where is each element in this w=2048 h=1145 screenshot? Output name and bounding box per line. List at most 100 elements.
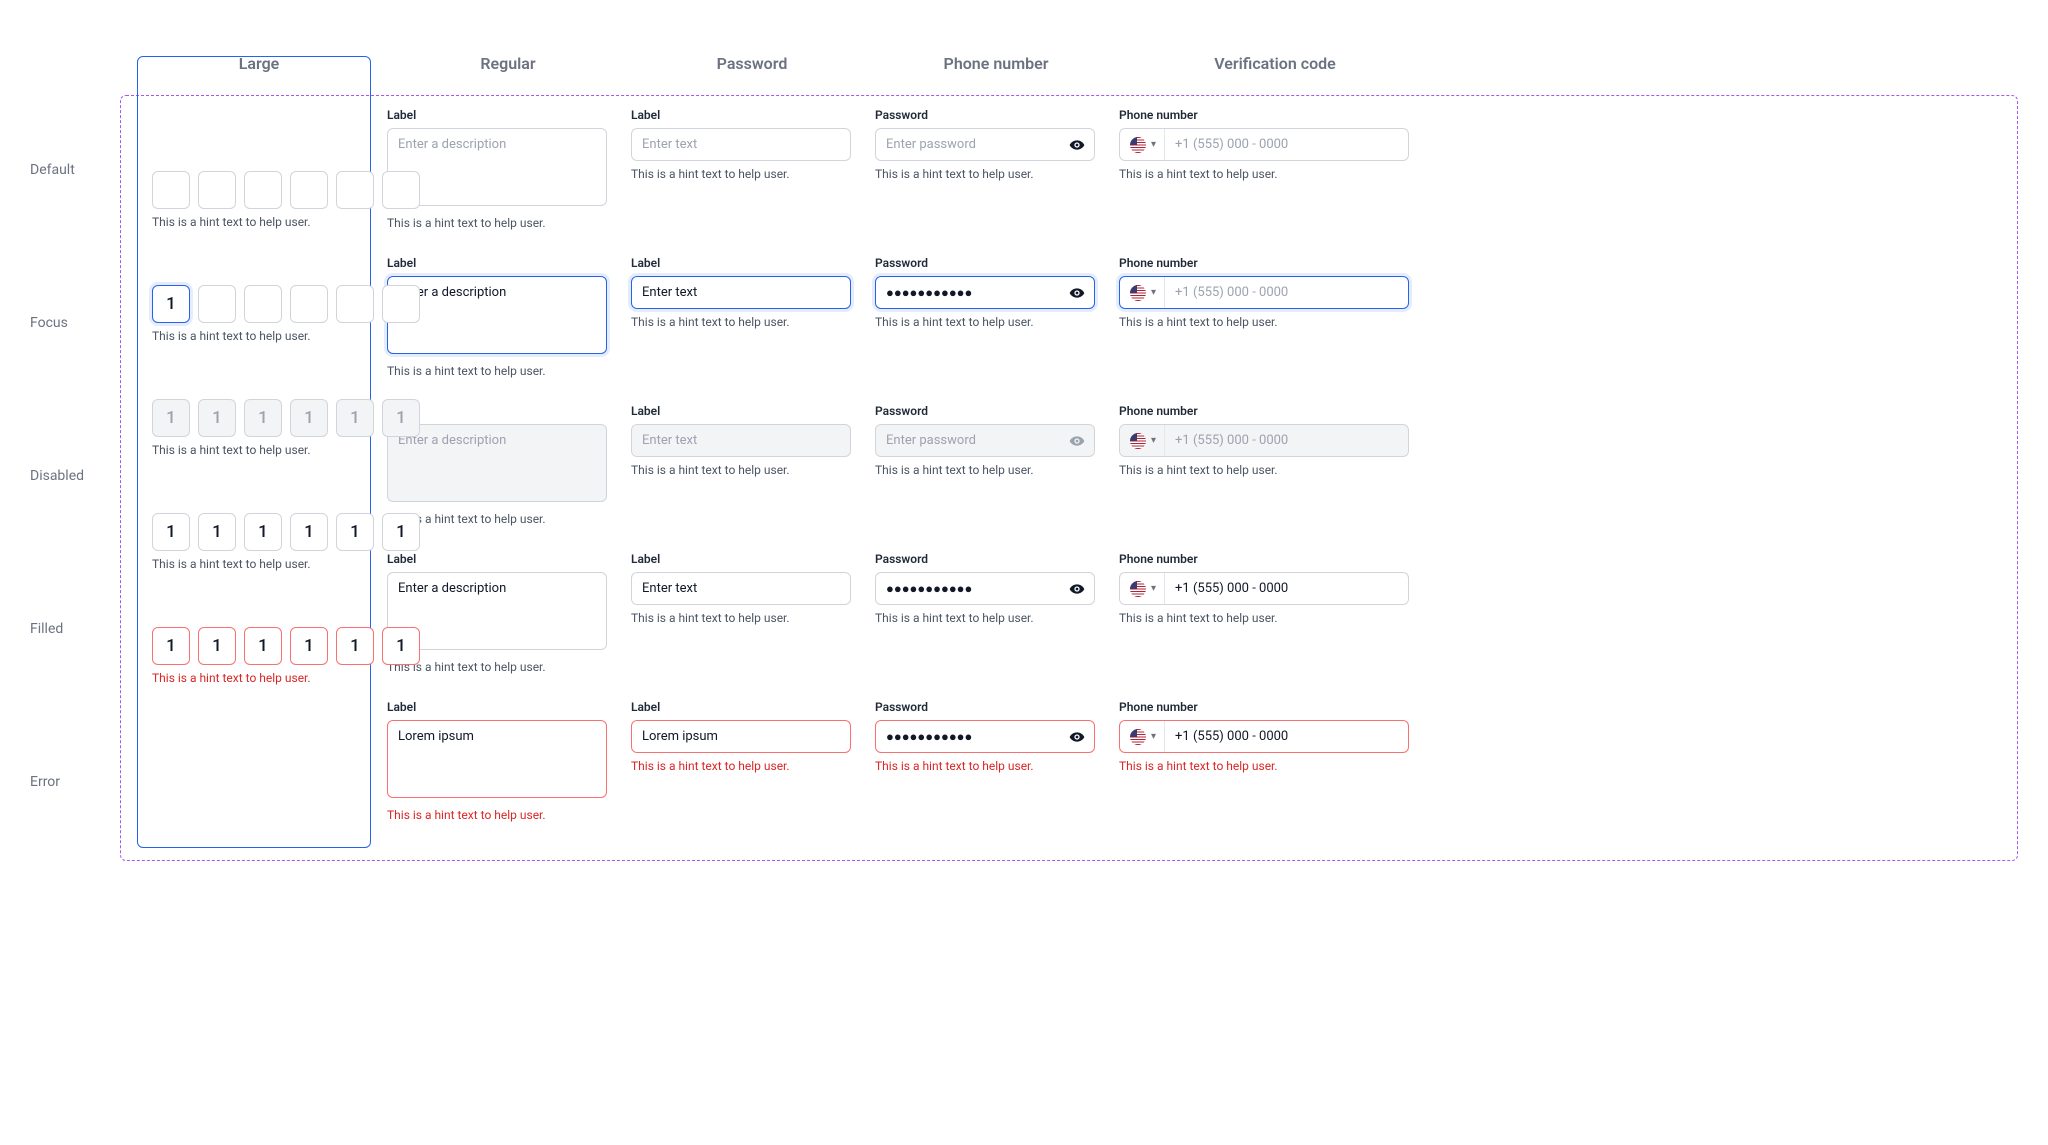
otp-disabled: This is a hint text to help user.: [152, 381, 356, 495]
regular-input[interactable]: [631, 720, 851, 753]
large-filled: Label This is a hint text to help user.: [387, 540, 607, 688]
country-code-selector: ▾: [1120, 425, 1165, 456]
otp-box[interactable]: [290, 627, 328, 665]
row-label-focus: Focus: [30, 249, 120, 377]
otp-box[interactable]: [290, 513, 328, 551]
hint: This is a hint text to help user.: [152, 557, 356, 571]
otp-box[interactable]: [198, 513, 236, 551]
field-label: Label: [631, 552, 851, 566]
otp-box[interactable]: [244, 285, 282, 323]
chevron-down-icon: ▾: [1151, 583, 1156, 594]
password-default: Password This is a hint text to help use…: [875, 96, 1095, 244]
password-disabled: Password This is a hint text to help use…: [875, 392, 1095, 540]
body: Default Focus Disabled Filled Error Labe…: [30, 95, 2018, 861]
otp-box[interactable]: [152, 171, 190, 209]
otp-box[interactable]: [198, 171, 236, 209]
password-input[interactable]: [875, 276, 1095, 309]
hint: This is a hint text to help user.: [631, 759, 851, 773]
otp-box[interactable]: [152, 285, 190, 323]
hint: This is a hint text to help user.: [875, 463, 1095, 477]
otp-box[interactable]: [382, 171, 420, 209]
otp-box[interactable]: [336, 171, 374, 209]
country-code-selector[interactable]: ▾: [1120, 277, 1165, 308]
otp-box[interactable]: [336, 285, 374, 323]
row-labels: Default Focus Disabled Filled Error: [30, 95, 120, 861]
field-label: Label: [631, 108, 851, 122]
hint: This is a hint text to help user.: [387, 364, 607, 378]
row-label-default: Default: [30, 95, 120, 225]
hint: This is a hint text to help user.: [875, 611, 1095, 625]
phone-default: Phone number ▾ This is a hint text to he…: [1119, 96, 1409, 244]
otp-box[interactable]: [382, 285, 420, 323]
otp-box[interactable]: [244, 171, 282, 209]
otp-box[interactable]: [198, 285, 236, 323]
us-flag-icon: [1130, 729, 1146, 745]
hint: This is a hint text to help user.: [875, 759, 1095, 773]
large-focus: Label This is a hint text to help user.: [387, 244, 607, 392]
chevron-down-icon: ▾: [1151, 435, 1156, 446]
password-input[interactable]: [875, 720, 1095, 753]
us-flag-icon: [1130, 433, 1146, 449]
field-label: Phone number: [1119, 552, 1409, 566]
field-label: Password: [875, 552, 1095, 566]
field-label: Password: [875, 700, 1095, 714]
field-label: Password: [875, 404, 1095, 418]
eye-icon[interactable]: [1069, 729, 1085, 745]
field-label: Label: [387, 108, 607, 122]
regular-focus: Label This is a hint text to help user.: [631, 244, 851, 392]
hint: This is a hint text to help user.: [1119, 167, 1409, 181]
eye-icon[interactable]: [1069, 137, 1085, 153]
otp-box: [382, 399, 420, 437]
row-label-disabled: Disabled: [30, 401, 120, 531]
field-label: Password: [875, 256, 1095, 270]
eye-icon[interactable]: [1069, 581, 1085, 597]
country-code-selector[interactable]: ▾: [1120, 129, 1165, 160]
field-label: Label: [387, 404, 607, 418]
password-input[interactable]: [875, 128, 1095, 161]
us-flag-icon: [1130, 137, 1146, 153]
hint: This is a hint text to help user.: [152, 215, 356, 229]
password-focus: Password This is a hint text to help use…: [875, 244, 1095, 392]
hint: This is a hint text to help user.: [631, 611, 851, 625]
large-textarea[interactable]: [387, 572, 607, 650]
otp-box: [336, 399, 374, 437]
otp-box[interactable]: [198, 627, 236, 665]
otp-box[interactable]: [382, 513, 420, 551]
otp-box[interactable]: [336, 513, 374, 551]
regular-input[interactable]: [631, 276, 851, 309]
col-header-regular: Regular: [398, 40, 618, 95]
otp-box[interactable]: [244, 627, 282, 665]
field-label: Password: [875, 108, 1095, 122]
otp-box[interactable]: [290, 285, 328, 323]
country-code-selector[interactable]: ▾: [1120, 721, 1165, 752]
us-flag-icon: [1130, 285, 1146, 301]
large-textarea: [387, 424, 607, 502]
password-input[interactable]: [875, 572, 1095, 605]
large-textarea[interactable]: [387, 128, 607, 206]
large-textarea[interactable]: [387, 720, 607, 798]
regular-input[interactable]: [631, 128, 851, 161]
field-label: Label: [631, 700, 851, 714]
otp-box[interactable]: [382, 627, 420, 665]
phone-input[interactable]: [1165, 721, 1408, 752]
otp-box[interactable]: [290, 171, 328, 209]
large-textarea[interactable]: [387, 276, 607, 354]
regular-input[interactable]: [631, 572, 851, 605]
phone-input[interactable]: [1165, 277, 1408, 308]
otp-box[interactable]: [152, 627, 190, 665]
hint: This is a hint text to help user.: [1119, 611, 1409, 625]
otp-box[interactable]: [244, 513, 282, 551]
phone-input[interactable]: [1165, 129, 1408, 160]
eye-icon[interactable]: [1069, 285, 1085, 301]
regular-disabled: Label This is a hint text to help user.: [631, 392, 851, 540]
otp-box[interactable]: [336, 627, 374, 665]
regular-default: Label This is a hint text to help user.: [631, 96, 851, 244]
country-code-selector[interactable]: ▾: [1120, 573, 1165, 604]
otp-box[interactable]: [152, 513, 190, 551]
hint: This is a hint text to help user.: [152, 329, 356, 343]
phone-filled: Phone number ▾ This is a hint text to he…: [1119, 540, 1409, 688]
phone-input[interactable]: [1165, 573, 1408, 604]
password-input: [875, 424, 1095, 457]
col-header-password: Password: [642, 40, 862, 95]
chevron-down-icon: ▾: [1151, 287, 1156, 298]
